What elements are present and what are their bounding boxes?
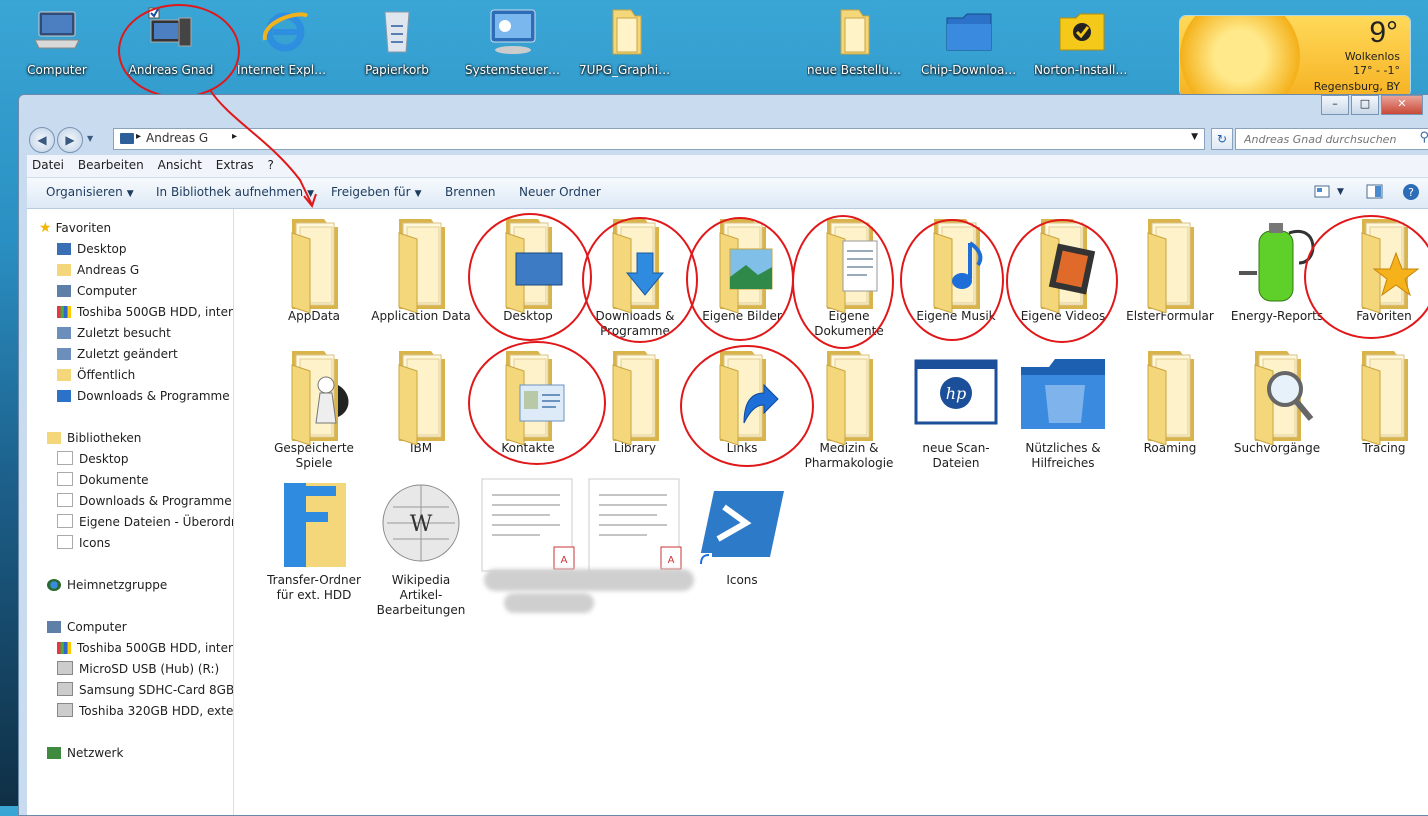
annotation-arrow [209,89,317,209]
